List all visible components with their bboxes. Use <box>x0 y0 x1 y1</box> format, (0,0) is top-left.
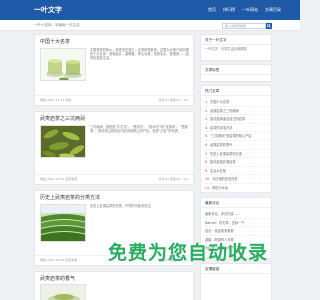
tea-leaves-image <box>41 126 85 157</box>
hot-article-title: “三坑两涧”是岩茶的核心产区 <box>210 134 252 139</box>
article-meta: 网络 2021-10-21 武夷岩茶 <box>40 177 78 181</box>
comment-item[interactable]: Nature：好文章，支持一下 <box>205 219 271 228</box>
nav-item-home[interactable]: 首页 <box>208 7 216 12</box>
search-button[interactable] <box>266 22 272 29</box>
hot-article-title: 肉桂与水仙 <box>212 185 229 190</box>
sidebar-hot-articles: 热门文章 1. 中国十大名茶 2. 武夷岩茶之三坑两涧 3. 如何选择适合自己的岩茶 4. 岩… <box>200 85 272 193</box>
article-title[interactable]: 武夷岩茶之三坑两涧 <box>40 116 85 122</box>
sidebar-comments-title: 最新评论 <box>205 201 220 205</box>
search-input[interactable]: 输入关键词搜索 <box>222 22 266 29</box>
article-excerpt: 中国是茶的故乡，种茶历史悠久，名茶种类繁多。这里为大家介绍中国的十大名茶：西湖龙… <box>90 48 189 61</box>
sidebar-tags-title: 文章标签 <box>205 68 220 72</box>
nav-item-ranking[interactable]: 排行榜 <box>223 7 235 12</box>
hot-article-title: 武夷岩茶的香气 <box>210 142 233 147</box>
hot-article-item[interactable]: 6. 武夷岩茶的香气 <box>205 141 271 150</box>
hot-article-item[interactable]: 1. 中国十大名茶 <box>205 98 271 107</box>
hot-article-item[interactable]: 11. 肉桂与水仙 <box>205 184 271 193</box>
sidebar-tags: 文章标签 <box>200 64 272 82</box>
site-tagline: 一叶小说网，读懂每一天生活 <box>34 23 80 27</box>
hot-articles-list: 1. 中国十大名茶 2. 武夷岩茶之三坑两涧 3. 如何选择适合自己的岩茶 4. 岩茶的冲泡方… <box>205 98 271 193</box>
hot-article-rank: 8. <box>205 160 209 165</box>
article-stats: 评论(0) 阅读(0) ♡(0) <box>158 177 188 181</box>
hot-article-rank: 11. <box>205 185 211 190</box>
sub-header: 一叶小说网，读懂每一天生活 输入关键词搜索 <box>0 20 300 31</box>
hot-article-title: 历史上武夷岩茶的分类 <box>210 151 242 156</box>
article-meta: 网络 2021-11-21 阅读 <box>40 98 72 102</box>
sidebar-about-title: 关于一叶文字 <box>205 38 227 42</box>
article-title[interactable]: 武夷岩茶的香气 <box>40 276 75 282</box>
hot-article-rank: 5. <box>205 134 209 139</box>
hot-article-title: 名丛大红袍 <box>210 168 226 173</box>
article-excerpt: 三坑两涧，指的是“牛栏坑”、“慧苑坑”、“倒水坑”和“流香涧”、“悟源涧”，是武… <box>90 125 188 134</box>
sidebar-about: 关于一叶文字 一叶文字，分享生活点滴感悟。 <box>200 34 272 61</box>
hot-article-item[interactable]: 4. 岩茶的冲泡方法 <box>205 124 271 133</box>
article-thumbnail[interactable] <box>40 204 86 242</box>
hot-article-rank: 2. <box>205 108 209 113</box>
hot-article-title: 大红袍的历史传说 <box>212 177 238 182</box>
article-card: 武夷岩茶的香气 <box>34 271 194 300</box>
hot-article-title: 岩茶的冲泡方法 <box>210 125 233 130</box>
hot-article-item[interactable]: 10. 大红袍的历史传说 <box>205 175 271 184</box>
comment-item[interactable]: 站长：欢迎常来看看 <box>205 227 271 236</box>
hot-article-title: 如何品鉴武夷岩茶 <box>210 160 236 165</box>
hot-article-rank: 6. <box>205 142 209 147</box>
article-title[interactable]: 中国十大名茶 <box>40 39 70 45</box>
hot-article-item[interactable]: 5. “三坑两涧”是岩茶的核心产区 <box>205 132 271 141</box>
hot-article-rank: 10. <box>205 177 211 182</box>
article-stats: 评论(0) 阅读(0) ♡(0) <box>158 98 188 102</box>
article-thumbnail[interactable] <box>40 125 86 158</box>
sidebar-links: 友情链接 <box>200 263 272 300</box>
tea-cups-image <box>41 49 85 80</box>
sidebar-about-text: 一叶文字，分享生活点滴感悟。 <box>205 47 250 51</box>
hot-article-item[interactable]: 9. 名丛大红袍 <box>205 167 271 176</box>
watermark-text: 免费为您自动收录 <box>108 242 269 264</box>
hot-article-item[interactable]: 2. 武夷岩茶之三坑两涧 <box>205 107 271 116</box>
comment-text: 站长：欢迎常来看看 <box>205 229 234 234</box>
hot-article-rank: 4. <box>205 125 209 130</box>
nav-item-catalog[interactable]: 文章目录 <box>265 7 281 12</box>
tea-image <box>41 285 85 300</box>
hot-article-rank: 1. <box>205 100 209 104</box>
hot-article-rank: 9. <box>205 168 209 173</box>
article-thumbnail[interactable] <box>40 284 86 300</box>
article-thumbnail[interactable] <box>40 48 86 81</box>
hot-article-title: 中国十大名茶 <box>210 100 230 104</box>
main-nav: 首页 排行榜 一叶网站 文章目录 <box>208 7 281 12</box>
top-navigation-bar: 一叶文字 首页 排行榜 一叶网站 文章目录 <box>0 0 300 20</box>
article-card: 中国十大名茶 中国是茶的故乡，种茶历史悠久，名茶种类繁多。这里为大家介绍中国的十… <box>34 34 194 106</box>
site-logo[interactable]: 一叶文字 <box>34 6 62 14</box>
hot-article-title: 武夷岩茶之三坑两涧 <box>210 108 239 113</box>
hot-article-item[interactable]: 8. 如何品鉴武夷岩茶 <box>205 158 271 167</box>
hot-article-rank: 7. <box>205 151 209 156</box>
article-meta: 网络 2021-09-16 武夷岩茶 <box>40 258 78 262</box>
hot-article-rank: 3. <box>205 117 209 122</box>
hot-article-item[interactable]: 3. 如何选择适合自己的岩茶 <box>205 115 271 124</box>
comment-item[interactable]: 最新评论，评论内容…… <box>205 210 271 219</box>
comment-text: 最新评论，评论内容…… <box>205 212 241 216</box>
comment-text: Nature：好文章，支持一下 <box>205 220 245 225</box>
hot-article-title: 如何选择适合自己的岩茶 <box>210 117 246 122</box>
nav-item-site[interactable]: 一叶网站 <box>242 7 258 12</box>
sidebar-links-title: 友情链接 <box>205 267 220 271</box>
article-title[interactable]: 历史上武夷岩茶的分类方法 <box>40 195 100 201</box>
article-excerpt: 历史上武夷岩茶的分类，不同时代各有说法。 <box>90 204 154 208</box>
article-card: 武夷岩茶之三坑两涧 三坑两涧，指的是“牛栏坑”、“慧苑坑”、“倒水坑”和“流香涧… <box>34 111 194 185</box>
search-icon <box>267 23 271 28</box>
hot-article-item[interactable]: 7. 历史上武夷岩茶的分类 <box>205 150 271 159</box>
sidebar-hot-title: 热门文章 <box>205 89 220 93</box>
tea-plantation-image <box>41 205 85 241</box>
